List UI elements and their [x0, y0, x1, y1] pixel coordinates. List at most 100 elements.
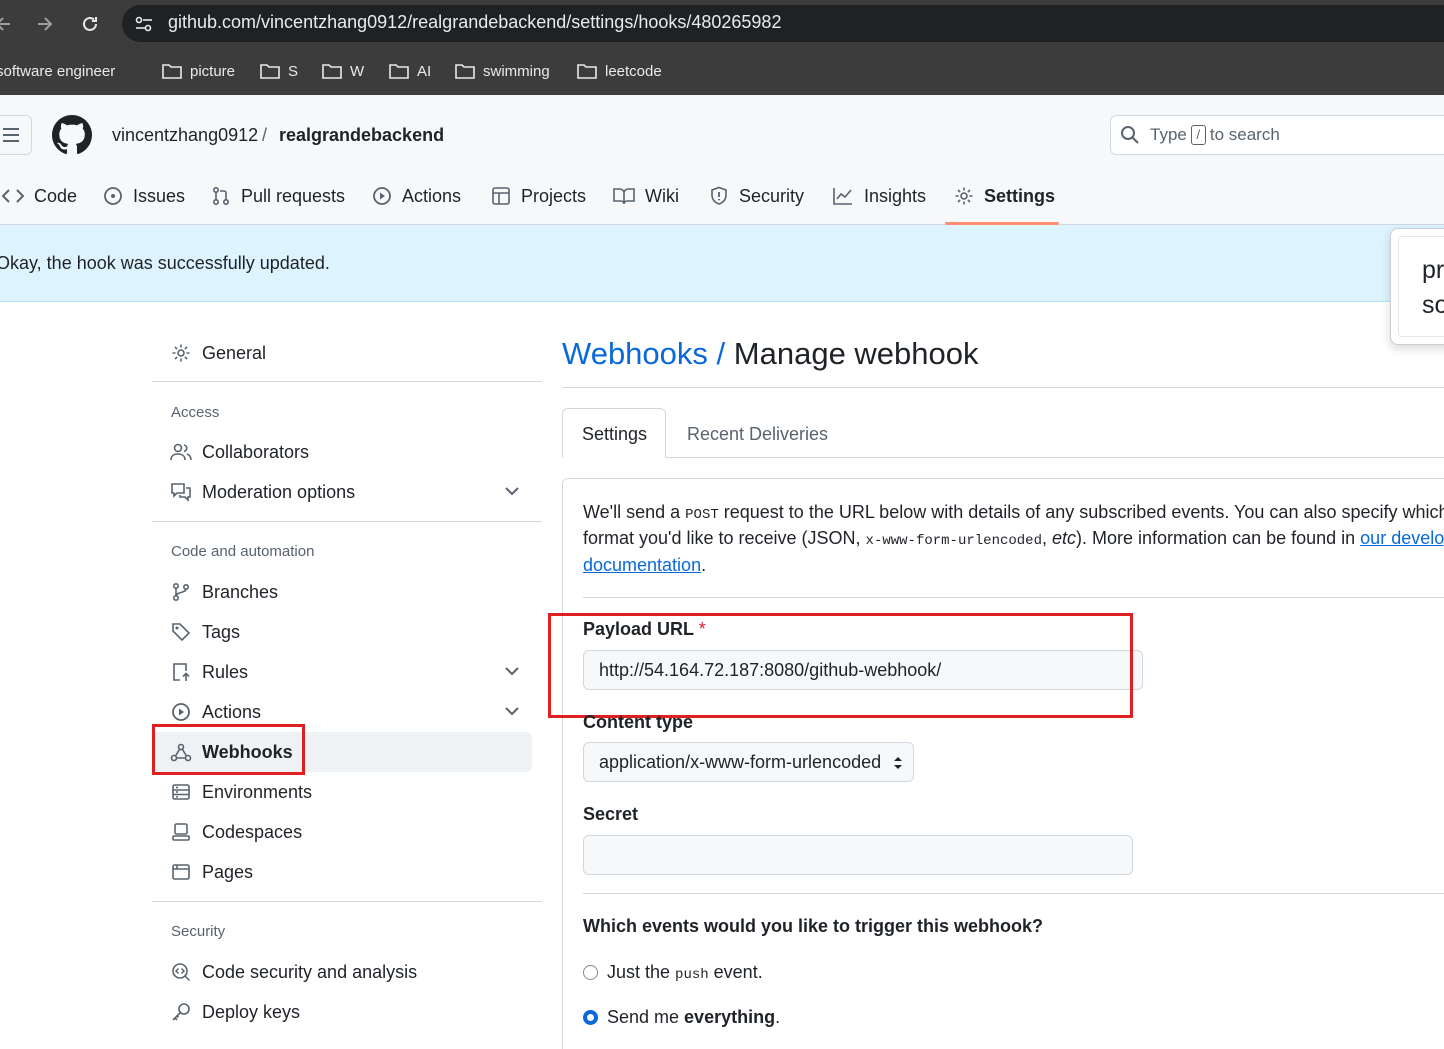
chevron-down-icon[interactable] [503, 704, 521, 718]
sidebar-item-label: Actions [202, 701, 262, 722]
tab-pull-requests[interactable]: Pull requests [211, 184, 345, 208]
sidebar-item-environments[interactable]: Environments [170, 780, 312, 804]
sidebar-item-label: Deploy keys [202, 1001, 301, 1022]
radio-send-everything[interactable]: Send me everything. [583, 1006, 780, 1028]
bookmark-swimming[interactable]: swimming [455, 60, 550, 82]
secret-input[interactable] [583, 835, 1133, 875]
sidebar-divider [152, 381, 542, 382]
tab-projects[interactable]: Projects [491, 184, 586, 208]
webhooks-breadcrumb-link[interactable]: Webhooks [562, 336, 708, 371]
repo-push-icon [170, 662, 192, 682]
folder-icon [260, 64, 280, 79]
codescan-icon [170, 962, 192, 982]
content-type-label: Content type [583, 712, 693, 732]
sidebar-heading-security: Security [171, 923, 226, 940]
search-prefix: Type [1150, 125, 1187, 144]
intro-text: format you'd like to receive (JSON, [583, 528, 866, 548]
sidebar-item-deploy-keys[interactable]: Deploy keys [170, 1000, 300, 1024]
gear-icon [955, 187, 973, 205]
intro-text: We'll send a [583, 502, 686, 522]
bookmark-leetcode[interactable]: leetcode [577, 60, 662, 82]
graph-icon [833, 188, 852, 205]
radio-button[interactable] [583, 964, 598, 980]
sidebar-item-label: Moderation options [202, 481, 356, 502]
tab-issues[interactable]: Issues [103, 184, 185, 208]
tab-label: Issues [133, 185, 186, 206]
breadcrumb-repo[interactable]: realgrandebackend [279, 125, 444, 146]
title-divider [562, 387, 1444, 388]
bookmark-w[interactable]: W [322, 60, 364, 82]
github-logo-icon[interactable] [52, 115, 92, 155]
tab-label: Projects [521, 185, 587, 206]
sidebar-heading-code-automation: Code and automation [171, 543, 315, 560]
tab-security[interactable]: Security [709, 184, 804, 208]
site-settings-icon[interactable] [133, 13, 155, 35]
radio-button-selected[interactable] [583, 1009, 598, 1025]
tab-actions[interactable]: Actions [372, 184, 461, 208]
codespaces-icon [170, 822, 192, 842]
table-icon [492, 187, 510, 205]
sidebar-item-actions[interactable]: Actions [170, 700, 261, 724]
pull-request-icon [212, 186, 230, 206]
intro-italic: etc [1052, 528, 1077, 548]
hamburger-menu-button[interactable] [0, 115, 32, 155]
content-type-select[interactable]: application/x-www-form-urlencoded [583, 742, 914, 782]
sidebar-item-branches[interactable]: Branches [170, 580, 278, 604]
developer-docs-link[interactable]: our developer [1360, 528, 1444, 548]
sidebar-item-rules[interactable]: Rules [170, 660, 248, 684]
bookmark-s[interactable]: S [260, 60, 298, 82]
bookmark-label: S [288, 62, 299, 80]
sidebar-heading-access: Access [171, 404, 220, 421]
radio-text: Send me [607, 1006, 685, 1027]
intro-code: x-www-form-urlencoded [865, 533, 1042, 549]
sidebar-item-tags[interactable]: Tags [170, 620, 240, 644]
tab-label: Code [34, 185, 78, 206]
intro-line-3: documentation. [583, 555, 706, 576]
secret-label: Secret [583, 804, 639, 824]
popup-text-line1: pr [1422, 256, 1444, 284]
sidebar-item-label: Collaborators [202, 441, 310, 462]
tab-wiki[interactable]: Wiki [613, 184, 679, 208]
sidebar-item-collaborators[interactable]: Collaborators [170, 440, 309, 464]
url-text[interactable]: github.com/vincentzhang0912/realgrandeba… [168, 12, 781, 33]
sidebar-item-pages[interactable]: Pages [170, 860, 253, 884]
sidebar-item-code-security[interactable]: Code security and analysis [170, 960, 417, 984]
events-question: Which events would you like to trigger t… [583, 916, 1044, 936]
tab-insights[interactable]: Insights [832, 184, 926, 208]
radio-text: event. [708, 961, 763, 982]
tab-code[interactable]: Code [2, 184, 77, 208]
search-icon [1120, 125, 1140, 145]
bookmark-software-engineer[interactable]: software engineer [0, 60, 115, 82]
radio-just-push[interactable]: Just the push event. [583, 961, 763, 983]
back-icon[interactable] [0, 12, 16, 36]
breadcrumb-owner[interactable]: vincentzhang0912 [112, 125, 258, 146]
form-divider [583, 893, 1444, 894]
reload-icon[interactable] [78, 12, 102, 36]
bookmark-ai[interactable]: AI [389, 60, 431, 82]
bookmark-label: swimming [483, 62, 550, 80]
page-title: Webhooks / Manage webhook [562, 336, 979, 372]
radio-label: Just the push event. [607, 962, 763, 983]
bookmark-label: W [350, 62, 365, 80]
tab-settings[interactable]: Settings [954, 184, 1055, 208]
sidebar-item-label: Code security and analysis [202, 961, 418, 982]
sidebar-item-moderation-options[interactable]: Moderation options [170, 480, 355, 504]
radio-text: Just the [607, 961, 676, 982]
documentation-link[interactable]: documentation [583, 555, 701, 575]
sidebar-item-codespaces[interactable]: Codespaces [170, 820, 302, 844]
breadcrumb-separator: / [262, 125, 268, 145]
chevron-down-icon[interactable] [503, 484, 521, 498]
bookmark-picture[interactable]: picture [162, 60, 235, 82]
annotation-highlight-webhooks [152, 724, 305, 775]
sidebar-item-general[interactable]: General [170, 341, 266, 365]
sidebar-item-label: Tags [202, 621, 241, 642]
tab-label: Wiki [645, 185, 679, 206]
chevron-down-icon[interactable] [503, 664, 521, 678]
form-divider [583, 597, 1444, 598]
subtab-settings-label: Settings [582, 424, 648, 444]
key-icon [170, 1002, 192, 1022]
play-icon [373, 187, 391, 205]
forward-icon[interactable] [32, 12, 56, 36]
subtab-recent-deliveries[interactable]: Recent Deliveries [687, 424, 828, 445]
book-icon [613, 188, 635, 205]
